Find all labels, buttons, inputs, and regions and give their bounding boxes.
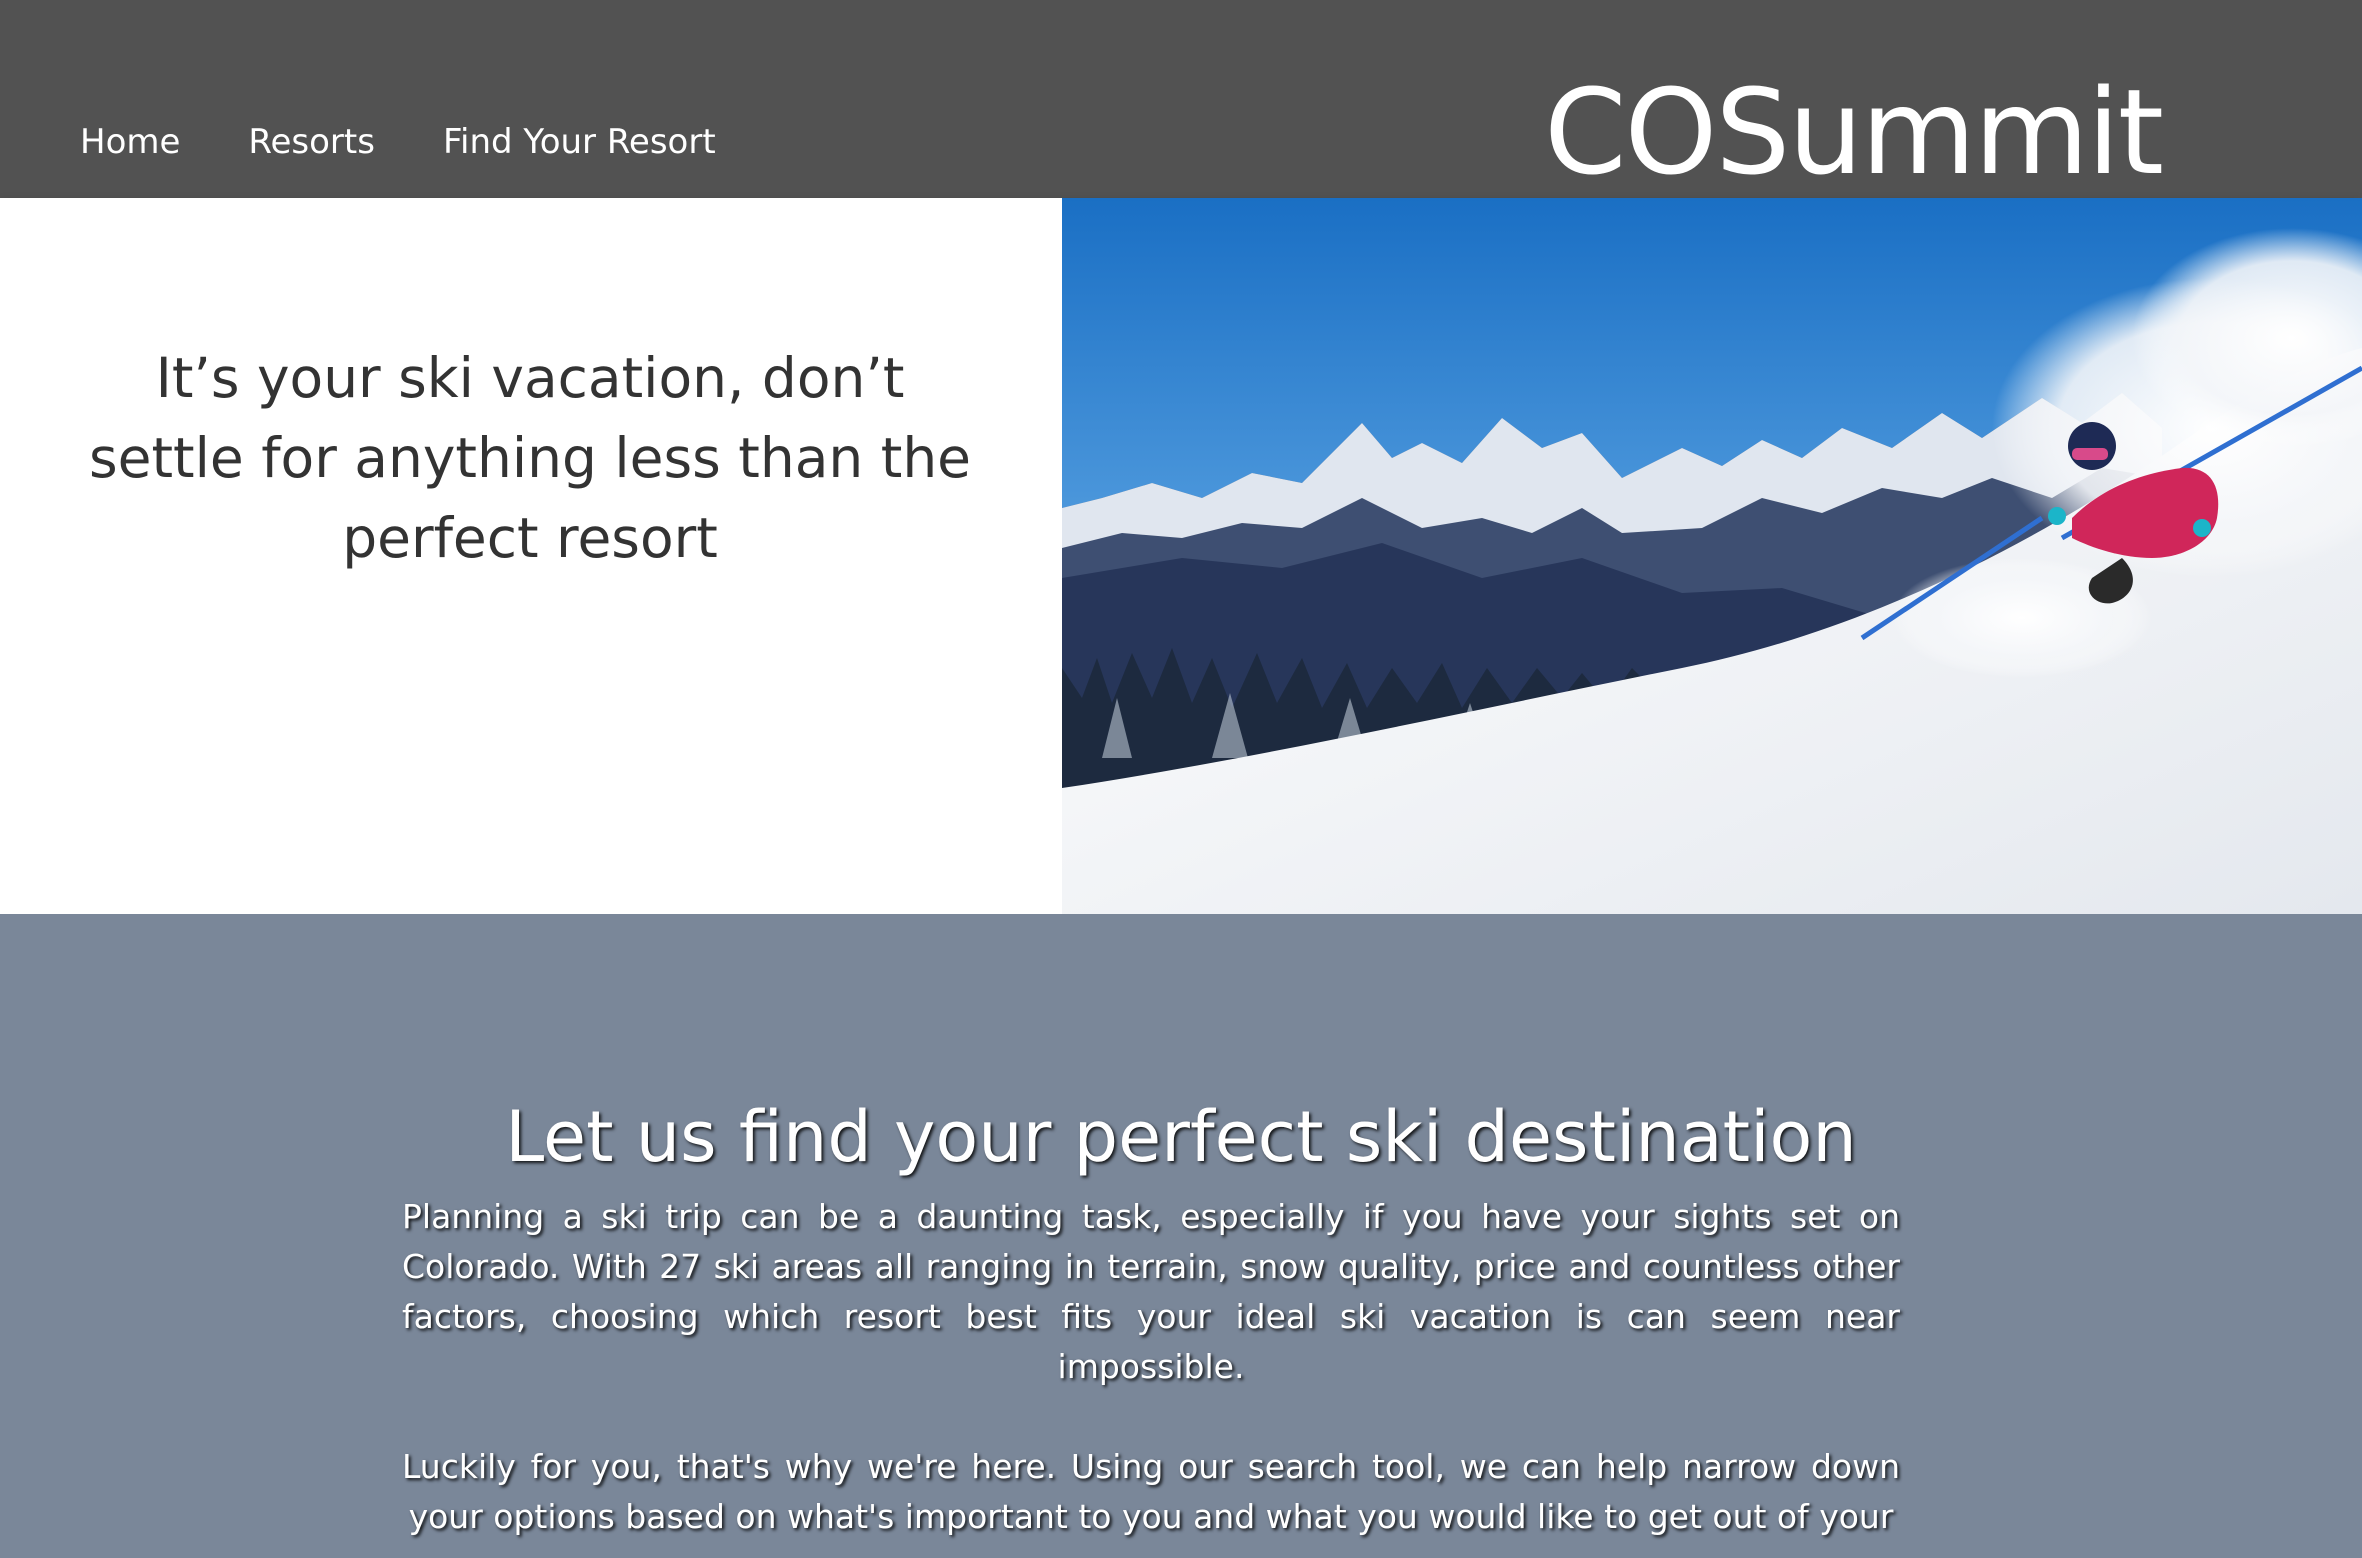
info-section: Let us find your perfect ski destination… xyxy=(0,914,2362,1558)
info-title: Let us find your perfect ski destination xyxy=(505,1096,1857,1178)
hero-tagline: It’s your ski vacation, don’t settle for… xyxy=(88,346,972,570)
nav-menu: Home Resorts Find Your Resort xyxy=(80,118,716,166)
nav-link-home[interactable]: Home xyxy=(80,118,180,166)
nav-link-find-your-resort[interactable]: Find Your Resort xyxy=(443,118,716,166)
hero-text-panel: It’s your ski vacation, don’t settle for… xyxy=(0,198,1062,914)
site-logo-text[interactable]: COSummit xyxy=(1544,62,2164,202)
info-body: Planning a ski trip can be a daunting ta… xyxy=(402,1192,1900,1558)
info-paragraph-1: Planning a ski trip can be a daunting ta… xyxy=(402,1197,1900,1386)
hero-section: It’s your ski vacation, don’t settle for… xyxy=(0,198,2362,914)
skier-mountain-photo xyxy=(1062,198,2362,914)
info-paragraph-2: Luckily for you, that's why we're here. … xyxy=(402,1447,1900,1536)
top-navbar: Home Resorts Find Your Resort COSummit xyxy=(0,0,2362,201)
nav-link-resorts[interactable]: Resorts xyxy=(248,118,375,166)
